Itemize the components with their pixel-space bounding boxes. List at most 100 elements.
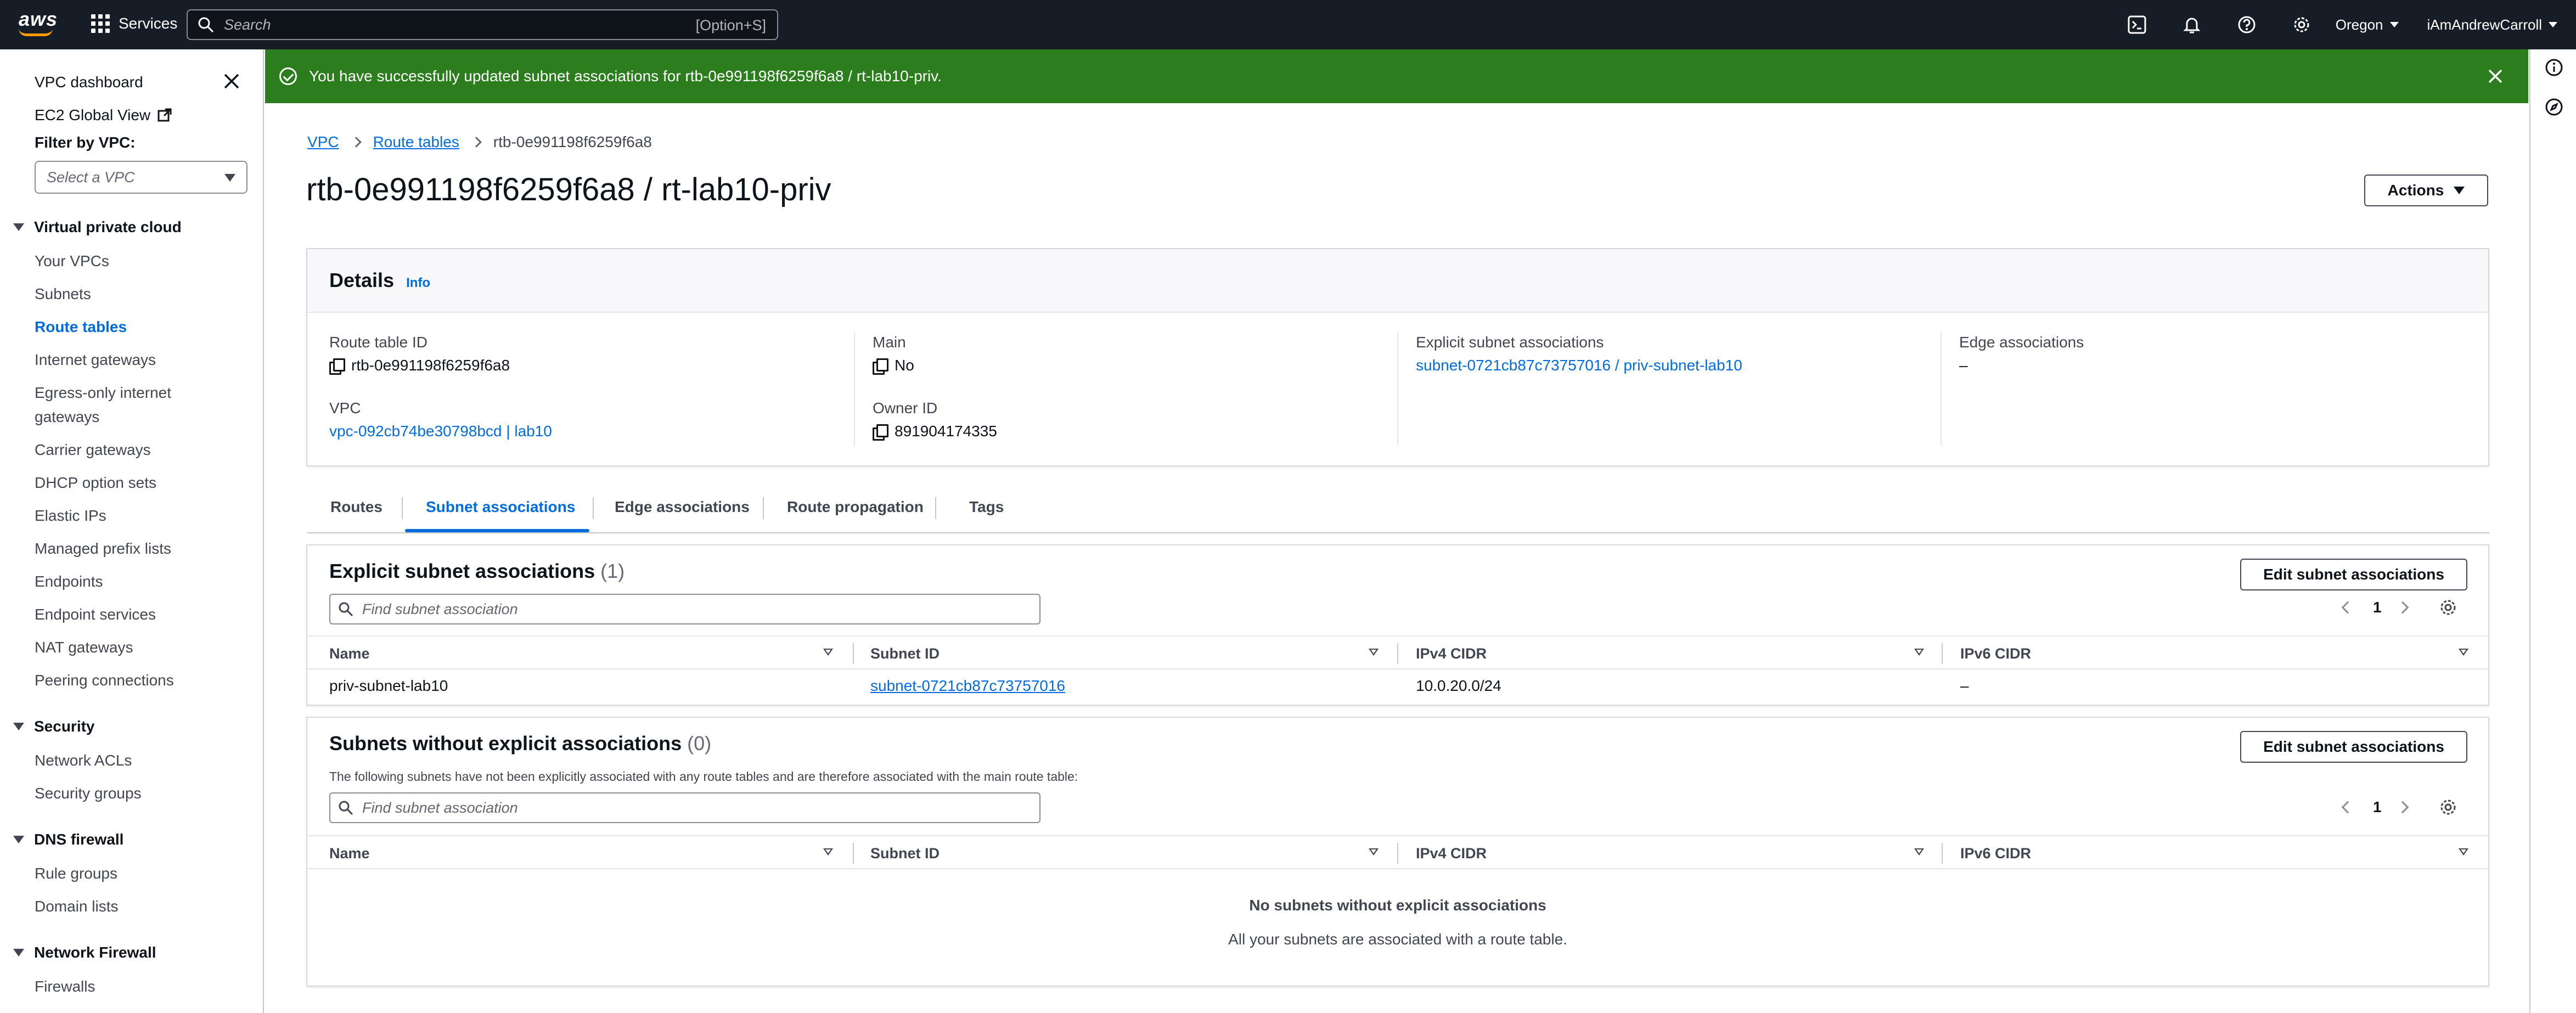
account-menu[interactable]: iAmAndrewCarroll [2427, 16, 2557, 33]
column-header-subnet-id[interactable]: Subnet ID [870, 645, 940, 662]
region-selector[interactable]: Oregon [2336, 16, 2399, 33]
sidebar-item-endpoint-services[interactable]: Endpoint services [35, 606, 156, 623]
column-header-name[interactable]: Name [329, 645, 370, 662]
grid-icon [91, 14, 110, 33]
column-header-ipv4-cidr[interactable]: IPv4 CIDR [1416, 845, 1487, 862]
explicit-associations-label: Explicit subnet associations [1416, 334, 1604, 351]
compass-icon[interactable] [2545, 98, 2563, 116]
aws-logo-smile [19, 29, 53, 36]
edit-subnet-associations-button[interactable]: Edit subnet associations [2240, 731, 2467, 763]
sidebar-item-route-tables[interactable]: Route tables [35, 318, 127, 336]
gear-icon[interactable] [2439, 798, 2457, 817]
sidebar-item-rule-groups[interactable]: Rule groups [35, 865, 117, 882]
edge-associations-value: – [1959, 357, 1968, 374]
sort-icon[interactable] [1369, 848, 1379, 856]
sidebar-item-managed-prefix-lists[interactable]: Managed prefix lists [35, 540, 171, 558]
tab-routes[interactable]: Routes [330, 498, 383, 516]
sidebar-item-network-acls[interactable]: Network ACLs [35, 752, 132, 769]
chevron-left-icon[interactable] [2341, 601, 2354, 614]
sidebar-section-network-firewall[interactable]: Network Firewall [13, 944, 156, 961]
column-resizer[interactable] [853, 643, 854, 664]
find-subnet-association-input[interactable]: Find subnet association [329, 792, 1040, 823]
sidebar-item-firewalls[interactable]: Firewalls [35, 978, 95, 995]
column-resizer[interactable] [1942, 643, 1943, 664]
page-number[interactable]: 1 [2373, 599, 2382, 616]
edit-subnet-associations-button[interactable]: Edit subnet associations [2240, 559, 2467, 590]
actions-button[interactable]: Actions [2364, 175, 2488, 206]
sidebar-section-dns-firewall[interactable]: DNS firewall [13, 831, 123, 848]
info-link[interactable]: Info [406, 275, 430, 290]
sidebar-item-dhcp-option-sets[interactable]: DHCP option sets [35, 474, 156, 492]
sort-icon[interactable] [823, 848, 833, 856]
chevron-left-icon[interactable] [2341, 801, 2354, 814]
sidebar-item-internet-gateways[interactable]: Internet gateways [35, 351, 156, 369]
sidebar-item-nat-gateways[interactable]: NAT gateways [35, 639, 133, 656]
page-number[interactable]: 1 [2373, 798, 2382, 816]
column-resizer[interactable] [853, 843, 854, 864]
sidebar-section-virtual-private-cloud[interactable]: Virtual private cloud [13, 218, 182, 236]
panel-title-text: Subnets without explicit associations [329, 732, 682, 755]
column-header-ipv6-cidr[interactable]: IPv6 CIDR [1960, 845, 2031, 862]
tab-edge-associations[interactable]: Edge associations [615, 498, 750, 516]
sidebar-item-ec2-global-view[interactable]: EC2 Global View [35, 106, 172, 124]
sidebar-item-security-groups[interactable]: Security groups [35, 785, 142, 802]
services-menu-button[interactable]: Services [91, 14, 177, 33]
close-icon[interactable] [222, 71, 241, 91]
column-header-name[interactable]: Name [329, 845, 370, 862]
chevron-right-icon[interactable] [2396, 801, 2409, 814]
tab-route-propagation[interactable]: Route propagation [787, 498, 924, 516]
cell-subnet-id-link[interactable]: subnet-0721cb87c73757016 [870, 677, 1065, 695]
search-input[interactable]: Search [Option+S] [187, 9, 778, 40]
sidebar-item-egress-only-internet-gateways-line2[interactable]: gateways [35, 408, 99, 426]
sidebar-item-peering-connections[interactable]: Peering connections [35, 672, 174, 689]
sort-icon[interactable] [2459, 649, 2468, 656]
active-tab-indicator [405, 529, 589, 532]
vpc-filter-select[interactable]: Select a VPC [35, 161, 248, 194]
caret-down-icon [13, 223, 24, 231]
panel-description: The following subnets have not been expl… [329, 769, 1078, 784]
sidebar-item-subnets[interactable]: Subnets [35, 285, 91, 303]
breadcrumb-vpc[interactable]: VPC [307, 133, 339, 151]
aws-logo[interactable]: aws [19, 8, 58, 31]
copy-icon[interactable] [873, 358, 888, 375]
sort-icon[interactable] [823, 649, 833, 656]
sidebar-section-label: Security [34, 718, 95, 735]
tab-tags[interactable]: Tags [969, 498, 1004, 516]
sort-icon[interactable] [1369, 649, 1379, 656]
explicit-associations-link[interactable]: subnet-0721cb87c73757016 / priv-subnet-l… [1416, 357, 1742, 374]
gear-icon[interactable] [2439, 598, 2457, 617]
help-icon[interactable] [2236, 14, 2257, 35]
tab-subnet-associations[interactable]: Subnet associations [426, 498, 575, 516]
sort-icon[interactable] [1914, 649, 1924, 656]
settings-icon[interactable] [2291, 14, 2312, 35]
column-header-subnet-id[interactable]: Subnet ID [870, 845, 940, 862]
find-subnet-association-input[interactable]: Find subnet association [329, 594, 1040, 624]
sort-icon[interactable] [2459, 848, 2468, 856]
chevron-right-icon[interactable] [2396, 601, 2409, 614]
cloudshell-icon[interactable] [2127, 14, 2147, 35]
sidebar-item-your-vpcs[interactable]: Your VPCs [35, 252, 109, 270]
bell-icon[interactable] [2181, 14, 2202, 35]
info-icon[interactable] [2545, 58, 2563, 77]
sidebar-item-carrier-gateways[interactable]: Carrier gateways [35, 441, 151, 459]
column-header-ipv6-cidr[interactable]: IPv6 CIDR [1960, 645, 2031, 662]
sidebar-item-endpoints[interactable]: Endpoints [35, 573, 103, 590]
sidebar-section-security[interactable]: Security [13, 718, 95, 735]
column-resizer[interactable] [1942, 843, 1943, 864]
sidebar-item-domain-lists[interactable]: Domain lists [35, 898, 118, 915]
column-header-ipv4-cidr[interactable]: IPv4 CIDR [1416, 645, 1487, 662]
copy-icon[interactable] [329, 358, 345, 375]
column-resizer[interactable] [1397, 643, 1398, 664]
vpc-link[interactable]: vpc-092cb74be30798bcd | lab10 [329, 423, 552, 440]
sidebar-item-egress-only-internet-gateways[interactable]: Egress-only internet [35, 384, 171, 402]
column-resizer[interactable] [1397, 843, 1398, 864]
item-count: (0) [687, 732, 712, 755]
sidebar-item-vpc-dashboard[interactable]: VPC dashboard [35, 74, 143, 91]
sort-icon[interactable] [1914, 848, 1924, 856]
explicit-associations-panel: Explicit subnet associations (1) Edit su… [306, 544, 2489, 706]
copy-icon[interactable] [873, 424, 888, 441]
cell-ipv4-cidr: 10.0.20.0/24 [1416, 677, 1501, 694]
breadcrumb-route-tables[interactable]: Route tables [373, 133, 459, 151]
close-icon[interactable] [2487, 67, 2504, 85]
sidebar-item-elastic-ips[interactable]: Elastic IPs [35, 507, 106, 525]
